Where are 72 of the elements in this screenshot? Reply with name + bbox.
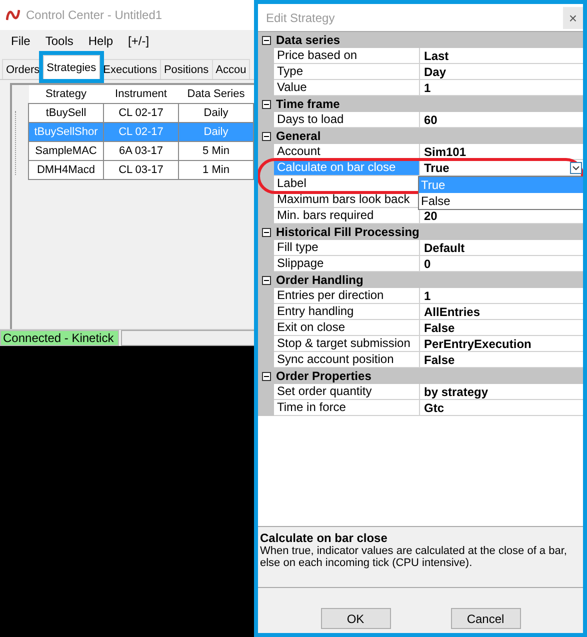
property-name[interactable]: Entries per direction [274,288,420,304]
property-name[interactable]: Fill type [274,240,420,256]
property-value[interactable]: Gtc [424,400,444,414]
property-name[interactable]: Account [274,144,420,160]
property-value[interactable]: Default [424,240,465,254]
property-value[interactable]: 0 [424,256,431,270]
property-name[interactable]: Entry handling [274,304,420,320]
property-name[interactable]: Maximum bars look back [274,192,420,208]
property-value[interactable]: 1 [424,80,431,94]
property-value[interactable]: Day [424,64,446,78]
table-row[interactable]: SampleMAC 6A 03-17 5 Min [28,142,254,160]
property-name[interactable]: Stop & target submission [274,336,420,352]
collapse-icon[interactable] [262,276,271,284]
category-label: Historical Fill Processing [276,225,420,239]
menu-item[interactable]: Tools [40,34,82,48]
tab[interactable]: Accou [212,59,250,79]
property-name[interactable]: Exit on close [274,320,420,336]
property-value[interactable]: AllEntries [424,304,480,318]
window-title: Control Center - Untitled1 [26,8,162,22]
property-value[interactable]: by strategy [424,384,488,398]
category-label: Data series [276,33,340,47]
logo-icon [6,9,20,21]
property-value[interactable]: Sim101 [424,144,466,158]
table-cell: CL 02-17 [104,122,178,142]
category-label: Order Properties [276,369,372,383]
connection-status: Connected - Kinetick [0,330,119,346]
property-value[interactable]: False [424,320,455,334]
table-row[interactable]: tBuySell CL 02-17 Daily [28,104,254,122]
table-row[interactable]: DMH4Macd CL 03-17 1 Min [28,160,254,180]
table-cell: Daily [178,122,254,142]
menu-item[interactable]: [+/-] [123,34,158,48]
property-name[interactable]: Price based on [274,48,420,64]
collapse-icon[interactable] [262,36,271,44]
table-cell: 5 Min [178,142,254,160]
table-cell: tBuySellShor [28,122,104,142]
category-label: Order Handling [276,273,364,287]
collapse-icon[interactable] [262,372,271,380]
property-value[interactable]: Last [424,48,449,62]
dialog-button[interactable]: OK [320,608,390,629]
close-button[interactable]: × [563,6,583,28]
property-value[interactable]: 20 [424,208,438,222]
property-value[interactable]: PerEntryExecution [424,336,532,350]
property-value[interactable]: 60 [424,112,438,126]
table-cell: 1 Min [178,160,254,180]
table-cell: CL 02-17 [104,104,178,122]
table-cell: CL 03-17 [104,160,178,180]
property-value[interactable]: 1 [424,288,431,302]
property-name[interactable]: Label [274,176,420,192]
collapse-icon[interactable] [262,100,271,108]
column-header: Data Series [178,85,254,104]
dialog-title: Edit Strategy [266,10,335,24]
collapse-icon[interactable] [262,132,271,140]
table-cell: tBuySell [28,104,104,122]
property-name[interactable]: Set order quantity [274,384,420,400]
property-value[interactable]: False [424,352,455,366]
property-name[interactable]: Type [274,64,420,80]
table-cell: 6A 03-17 [104,142,178,160]
dropdown-option[interactable]: False [419,193,583,209]
property-value[interactable]: True [424,160,450,174]
table-cell: SampleMAC [28,142,104,160]
column-header: Instrument [104,85,178,104]
menu-item[interactable]: File [6,34,38,48]
description-title: Calculate on bar close [260,531,388,545]
collapse-icon[interactable] [262,228,271,236]
column-header: Strategy [28,85,104,104]
table-cell: Daily [178,104,254,122]
category-label: Time frame [276,97,340,111]
menu-item[interactable]: Help [83,34,122,48]
table-cell: DMH4Macd [28,160,104,180]
category-label: General [276,129,321,143]
description-text: When true, indicator values are calculated at the close of a bar, else on each incoming tick (CPU intensive). [260,545,568,569]
dialog-button[interactable]: Cancel [450,608,520,629]
